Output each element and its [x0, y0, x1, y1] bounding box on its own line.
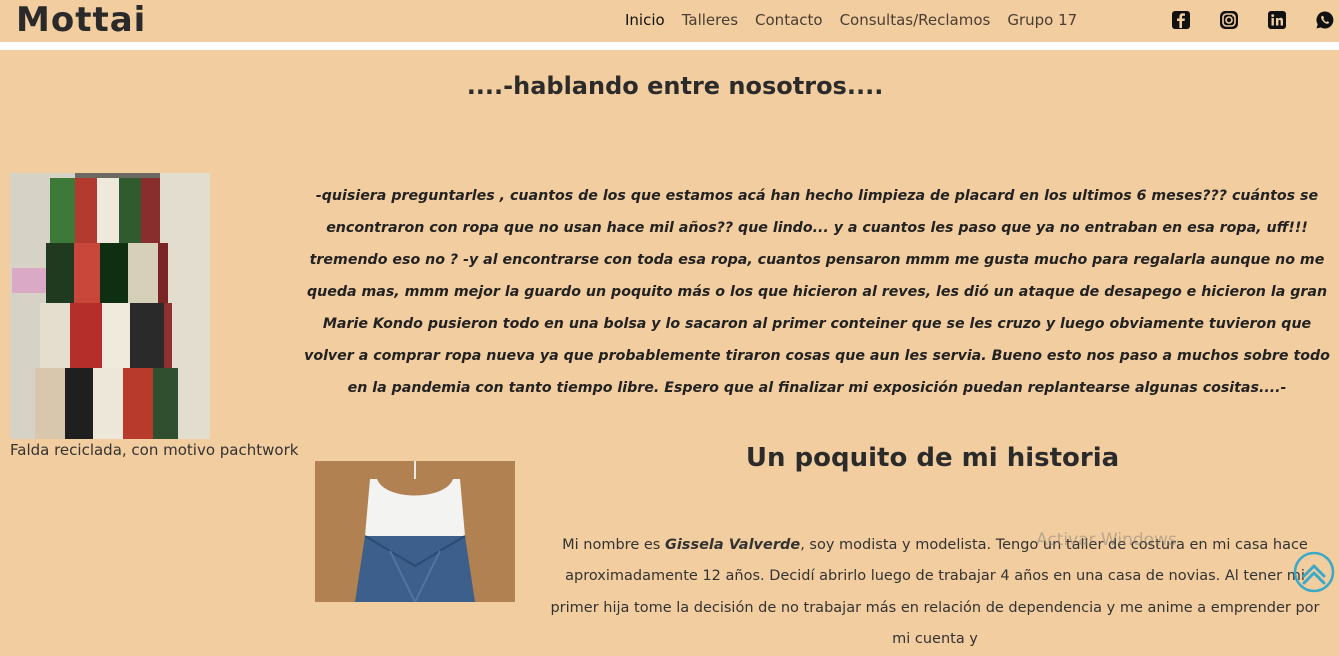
skirt-photo	[10, 173, 210, 439]
nav-inicio[interactable]: Inicio	[625, 10, 665, 30]
nav-grupo-17[interactable]: Grupo 17	[1007, 10, 1077, 30]
intro-paragraph: -quisiera preguntarles , cuantos de los …	[304, 188, 1330, 397]
bio-prefix: Mi nombre es	[562, 536, 665, 553]
author-name: Gissela Valverde	[664, 536, 801, 553]
windows-activation-watermark: Activar Windows	[1036, 530, 1177, 550]
nav-contacto[interactable]: Contacto	[755, 10, 823, 30]
dress-photo	[315, 461, 515, 602]
nav-talleres[interactable]: Talleres	[682, 10, 738, 30]
site-header: Mottai Inicio Talleres Contacto Consulta…	[0, 0, 1339, 50]
scroll-to-top-button[interactable]	[1292, 550, 1336, 594]
main-nav: Inicio Talleres Contacto Consultas/Recla…	[625, 10, 1077, 30]
section-heading: ....-hablando entre nosotros....	[466, 72, 884, 100]
bio-text: , soy modista y modelista. Tengo un tall…	[550, 536, 1320, 648]
whatsapp-icon[interactable]	[1315, 10, 1335, 30]
social-links	[1171, 10, 1335, 30]
bio-paragraph: Mi nombre es Gissela Valverde, soy modis…	[545, 530, 1325, 656]
instagram-icon[interactable]	[1219, 10, 1239, 30]
history-heading: Un poquito de mi historia	[745, 443, 1120, 473]
skirt-photo-caption: Falda reciclada, con motivo pachtwork	[10, 441, 299, 459]
linkedin-icon[interactable]	[1267, 10, 1287, 30]
nav-consultas-reclamos[interactable]: Consultas/Reclamos	[840, 10, 991, 30]
brand-logo[interactable]: Mottai	[16, 0, 146, 40]
facebook-icon[interactable]	[1171, 10, 1191, 30]
